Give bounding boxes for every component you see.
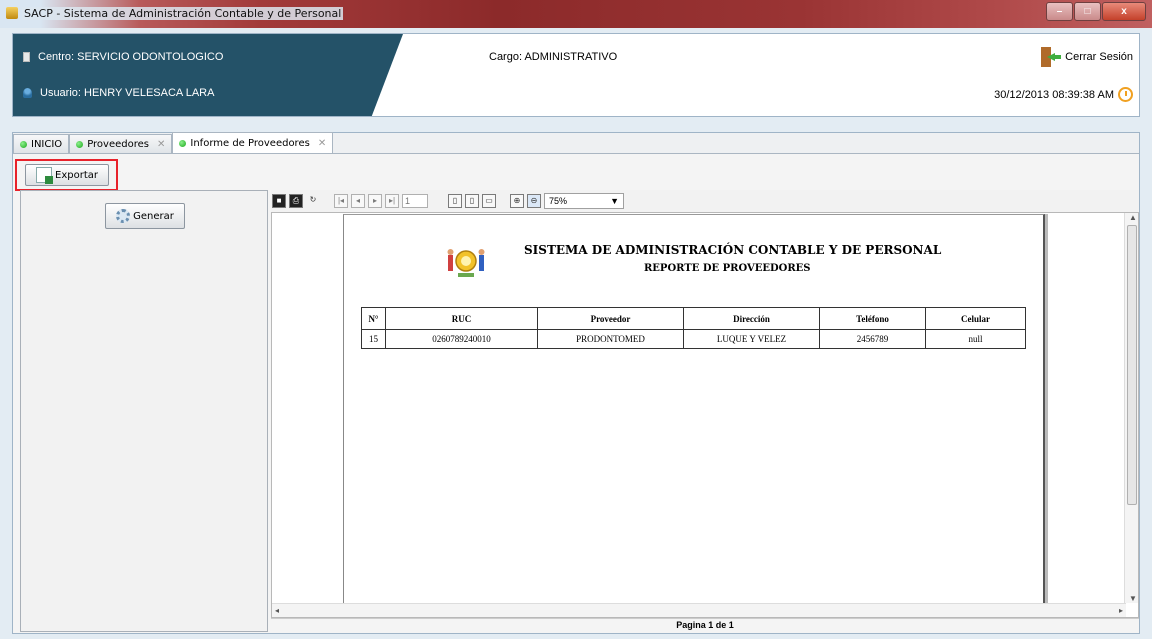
tab-informe-proveedores[interactable]: Informe de Proveedores ✕ bbox=[172, 132, 334, 153]
table-cell: PRODONTOMED bbox=[537, 329, 684, 349]
scroll-right-icon[interactable]: ▸ bbox=[1119, 606, 1123, 615]
print-icon[interactable]: ⎙ bbox=[289, 194, 303, 208]
report-viewer: ■ ⎙ ↻ |◂ ◂ ▸ ▸| 1 ▯ ▯ ▭ ⊕ ⊖ 75% ▼ SISTEM… bbox=[271, 190, 1139, 632]
parameters-pane: Generar bbox=[20, 190, 268, 632]
tab-label: Informe de Proveedores bbox=[190, 137, 310, 149]
table-cell: 2456789 bbox=[819, 329, 926, 349]
report-title: SISTEMA DE ADMINISTRACIÓN CONTABLE Y DE … bbox=[524, 243, 942, 257]
tab-panel: Exportar Generar ■ ⎙ ↻ |◂ ◂ ▸ ▸| 1 ▯ ▯ ▭… bbox=[13, 153, 1139, 633]
column-header: Teléfono bbox=[819, 307, 926, 330]
minimize-button[interactable]: – bbox=[1046, 2, 1073, 21]
app-icon bbox=[6, 7, 18, 19]
zoom-in-icon[interactable]: ⊕ bbox=[510, 194, 524, 208]
report-page: SISTEMA DE ADMINISTRACIÓN CONTABLE Y DE … bbox=[343, 214, 1045, 617]
logout-label: Cerrar Sesión bbox=[1065, 51, 1133, 63]
gear-icon bbox=[116, 209, 131, 223]
export-button[interactable]: Exportar bbox=[25, 164, 109, 186]
providers-table: N° RUC Proveedor Dirección Teléfono Celu… bbox=[361, 307, 1026, 349]
window-title: SACP - Sistema de Administración Contabl… bbox=[22, 7, 344, 20]
column-header: Celular bbox=[925, 307, 1026, 330]
export-highlight: Exportar bbox=[15, 159, 118, 191]
table-header-row: N° RUC Proveedor Dirección Teléfono Celu… bbox=[361, 307, 1026, 330]
zoom-out-icon[interactable]: ⊖ bbox=[527, 194, 541, 208]
clock-icon bbox=[1118, 87, 1133, 102]
tab-label: Proveedores bbox=[87, 138, 149, 150]
horizontal-scrollbar[interactable]: ◂ ▸ bbox=[272, 603, 1126, 617]
tab-close-icon[interactable]: ✕ bbox=[157, 139, 165, 150]
report-canvas: SISTEMA DE ADMINISTRACIÓN CONTABLE Y DE … bbox=[271, 212, 1139, 618]
fit-page-icon[interactable]: ▯ bbox=[465, 194, 479, 208]
column-header: Proveedor bbox=[537, 307, 684, 330]
scroll-up-icon[interactable]: ▲ bbox=[1129, 213, 1137, 222]
table-row: 15 0260789240010 PRODONTOMED LUQUE Y VEL… bbox=[361, 329, 1026, 349]
fit-width-icon[interactable]: ▭ bbox=[482, 194, 496, 208]
generate-button[interactable]: Generar bbox=[105, 203, 185, 229]
tab-status-icon bbox=[20, 140, 27, 148]
main-container: INICIO Proveedores ✕ Informe de Proveedo… bbox=[12, 132, 1140, 634]
tab-strip: INICIO Proveedores ✕ Informe de Proveedo… bbox=[13, 132, 334, 153]
logout-door-icon bbox=[1041, 47, 1062, 67]
centro-label: Centro: SERVICIO ODONTOLOGICO bbox=[38, 51, 224, 63]
tab-inicio[interactable]: INICIO bbox=[13, 134, 70, 153]
tab-status-icon bbox=[179, 139, 187, 147]
close-button[interactable]: x bbox=[1102, 2, 1146, 21]
window-titlebar: SACP - Sistema de Administración Contabl… bbox=[0, 0, 1152, 28]
cargo-label: Cargo: ADMINISTRATIVO bbox=[489, 51, 618, 63]
page-indicator: Pagina 1 de 1 bbox=[271, 618, 1139, 632]
tab-status-icon bbox=[76, 140, 84, 148]
page-number-input[interactable]: 1 bbox=[402, 194, 428, 208]
building-icon bbox=[23, 52, 30, 62]
column-header: Dirección bbox=[683, 307, 820, 330]
usuario-label: Usuario: HENRY VELESACA LARA bbox=[40, 87, 215, 99]
user-icon bbox=[23, 88, 32, 98]
zoom-select[interactable]: 75% ▼ bbox=[544, 193, 624, 209]
session-info-panel bbox=[13, 34, 403, 116]
column-header: RUC bbox=[385, 307, 538, 330]
actual-size-icon[interactable]: ▯ bbox=[448, 194, 462, 208]
table-cell: null bbox=[925, 329, 1026, 349]
vertical-scrollbar[interactable]: ▲ ▼ bbox=[1124, 213, 1138, 603]
centro-row: Centro: SERVICIO ODONTOLOGICO bbox=[23, 51, 223, 63]
export-label: Exportar bbox=[55, 169, 98, 181]
vertical-scroll-thumb[interactable] bbox=[1127, 225, 1137, 505]
report-logo bbox=[447, 249, 485, 277]
chevron-down-icon: ▼ bbox=[610, 196, 619, 206]
usuario-row: Usuario: HENRY VELESACA LARA bbox=[23, 87, 214, 99]
column-header: N° bbox=[361, 307, 386, 330]
zoom-value: 75% bbox=[549, 196, 568, 206]
excel-icon bbox=[36, 167, 53, 184]
refresh-icon[interactable]: ↻ bbox=[306, 194, 320, 208]
last-page-icon[interactable]: ▸| bbox=[385, 194, 399, 208]
datetime-display: 30/12/2013 08:39:38 AM bbox=[994, 87, 1133, 102]
datetime-label: 30/12/2013 08:39:38 AM bbox=[994, 88, 1114, 101]
table-cell: 0260789240010 bbox=[385, 329, 538, 349]
logout-button[interactable]: Cerrar Sesión bbox=[1041, 47, 1133, 67]
viewer-toolbar: ■ ⎙ ↻ |◂ ◂ ▸ ▸| 1 ▯ ▯ ▭ ⊕ ⊖ 75% ▼ bbox=[271, 190, 1139, 212]
tab-close-icon[interactable]: ✕ bbox=[318, 138, 326, 149]
scroll-left-icon[interactable]: ◂ bbox=[275, 606, 279, 615]
tab-label: INICIO bbox=[31, 138, 63, 150]
table-cell: LUQUE Y VELEZ bbox=[683, 329, 820, 349]
tab-proveedores[interactable]: Proveedores ✕ bbox=[69, 134, 173, 153]
first-page-icon[interactable]: |◂ bbox=[334, 194, 348, 208]
next-page-icon[interactable]: ▸ bbox=[368, 194, 382, 208]
scroll-down-icon[interactable]: ▼ bbox=[1129, 594, 1137, 603]
generate-label: Generar bbox=[133, 210, 174, 222]
session-header: Centro: SERVICIO ODONTOLOGICO Usuario: H… bbox=[12, 33, 1140, 117]
table-cell: 15 bbox=[361, 329, 386, 349]
report-subtitle: REPORTE DE PROVEEDORES bbox=[644, 263, 811, 274]
window-controls: – □ x bbox=[1046, 2, 1146, 21]
save-icon[interactable]: ■ bbox=[272, 194, 286, 208]
prev-page-icon[interactable]: ◂ bbox=[351, 194, 365, 208]
maximize-button[interactable]: □ bbox=[1074, 2, 1101, 21]
